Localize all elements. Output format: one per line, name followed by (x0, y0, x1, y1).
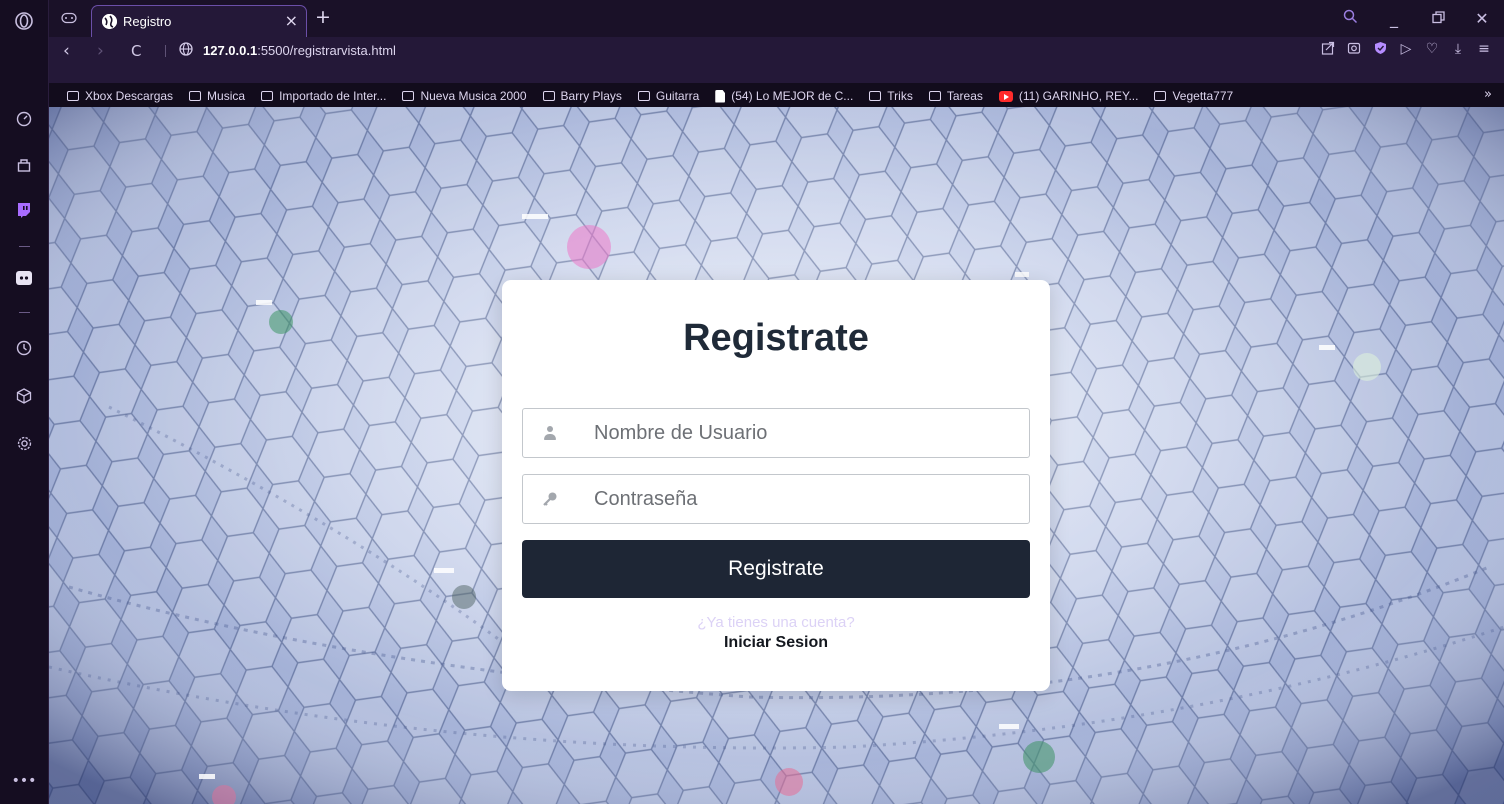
tab-title: Registro (123, 14, 172, 29)
toolbar-separator (165, 45, 166, 57)
sidebar-separator (19, 312, 30, 313)
bookmark-item[interactable]: Importado de Inter... (261, 89, 386, 103)
sidebar-separator (19, 246, 30, 247)
share-icon[interactable] (1318, 41, 1338, 59)
username-placeholder: Nombre de Usuario (594, 422, 768, 444)
send-icon[interactable]: ▷ (1396, 41, 1416, 59)
twitch-icon[interactable] (0, 195, 48, 225)
toolbar-actions: ▷ ♡ ⤓ ≡ (1318, 41, 1494, 59)
address-row: ‹ › C 127.0.0.1:5500/registrarvista.html… (49, 37, 1504, 65)
account-hint: ¿Ya tienes una cuenta? (697, 614, 855, 631)
bookmark-label: Nueva Musica 2000 (420, 89, 527, 103)
easy-setup-icon[interactable]: ≡ (1474, 41, 1494, 59)
new-tab-icon[interactable]: + (315, 6, 331, 28)
bookmark-label: Barry Plays (560, 89, 622, 103)
folder-icon (189, 91, 202, 101)
tab-strip: Registro × + _ ✕ (49, 0, 1504, 37)
folder-icon (67, 91, 79, 101)
bookmark-label: Vegetta777 (1172, 89, 1234, 103)
bookmark-item[interactable]: (11) GARINHO, REY... (998, 89, 1139, 103)
search-tabs-icon[interactable] (1328, 9, 1372, 28)
form-title: Registrate (683, 317, 869, 359)
snapshot-icon[interactable] (1344, 41, 1364, 59)
key-icon (541, 489, 559, 509)
folder-icon (542, 91, 555, 101)
password-field[interactable]: Contraseña (522, 474, 1030, 524)
bookmark-item[interactable]: Tareas (928, 89, 983, 103)
register-button[interactable]: Registrate (522, 540, 1030, 598)
address-bar[interactable]: 127.0.0.1:5500/registrarvista.html (203, 43, 396, 58)
reload-icon[interactable]: C (131, 42, 141, 60)
globe-favicon-icon (102, 14, 117, 29)
gaming-tab-icon[interactable] (59, 9, 79, 27)
folder-icon (928, 91, 941, 101)
page-viewport: Registrate Nombre de Usuario Contraseña … (49, 107, 1504, 804)
folder-icon (402, 91, 415, 101)
bookmark-item[interactable]: Barry Plays (542, 89, 622, 103)
bookmark-item[interactable]: Musica (189, 89, 245, 103)
bookmark-label: (54) Lo MEJOR de C... (731, 89, 854, 103)
back-icon[interactable]: ‹ (63, 41, 70, 61)
bookmarks-overflow-icon[interactable]: » (1484, 87, 1492, 102)
bookmark-label: Importado de Inter... (279, 89, 387, 103)
user-icon (541, 423, 559, 443)
bookmark-label: Guitarra (655, 89, 700, 103)
close-tab-icon[interactable]: × (285, 11, 298, 30)
heart-icon[interactable]: ♡ (1422, 41, 1442, 59)
vpn-shield-icon[interactable] (1370, 41, 1390, 59)
bookmarks-bar: Xbox Descargas Musica Importado de Inter..… (49, 85, 1504, 107)
login-link[interactable]: Iniciar Sesion (502, 634, 1050, 652)
minimize-icon[interactable]: _ (1372, 9, 1416, 28)
url-path: :5500/registrarvista.html (257, 43, 396, 58)
opera-logo-icon[interactable] (0, 6, 48, 36)
youtube-icon (998, 90, 1013, 102)
bookmark-label: (11) GARINHO, REY... (1018, 89, 1139, 103)
shopping-icon[interactable] (0, 150, 48, 180)
folder-icon (261, 91, 274, 101)
bookmark-item[interactable]: Triks (869, 89, 913, 103)
bookmark-item[interactable]: Xbox Descargas (67, 89, 173, 103)
username-field[interactable]: Nombre de Usuario (522, 408, 1030, 458)
browser-sidebar: ••• (0, 0, 49, 804)
speed-dial-icon[interactable] (0, 104, 48, 134)
bookmark-item[interactable]: Nueva Musica 2000 (402, 89, 527, 103)
document-icon (715, 89, 726, 103)
history-icon[interactable] (0, 333, 48, 363)
bookmark-item[interactable]: (54) Lo MEJOR de C... (715, 89, 853, 103)
bookmark-label: Tareas (946, 89, 983, 103)
forward-icon[interactable]: › (97, 41, 104, 61)
close-window-icon[interactable]: ✕ (1460, 9, 1504, 28)
register-card: Registrate Nombre de Usuario Contraseña … (502, 280, 1050, 691)
bookmark-item[interactable]: Vegetta777 (1154, 89, 1233, 103)
extensions-icon[interactable] (0, 381, 48, 411)
browser-toolbar: ‹ › C 127.0.0.1:5500/registrarvista.html… (49, 37, 1504, 103)
discord-icon[interactable] (0, 263, 48, 293)
folder-icon (1154, 91, 1167, 101)
settings-icon[interactable] (0, 428, 48, 458)
bookmark-label: Xbox Descargas (85, 89, 174, 103)
url-host: 127.0.0.1 (203, 43, 258, 58)
bookmark-label: Musica (207, 89, 246, 103)
folder-icon (637, 91, 650, 101)
download-icon[interactable]: ⤓ (1448, 41, 1468, 59)
tab-registro[interactable]: Registro × (91, 5, 307, 37)
window-controls: _ ✕ (1328, 0, 1504, 37)
bookmark-label: Triks (887, 89, 913, 103)
folder-icon (869, 91, 882, 101)
bookmark-item[interactable]: Guitarra (637, 89, 700, 103)
site-info-icon[interactable] (179, 42, 193, 60)
password-placeholder: Contraseña (594, 488, 698, 510)
more-icon[interactable]: ••• (0, 766, 48, 796)
restore-icon[interactable] (1416, 9, 1460, 28)
